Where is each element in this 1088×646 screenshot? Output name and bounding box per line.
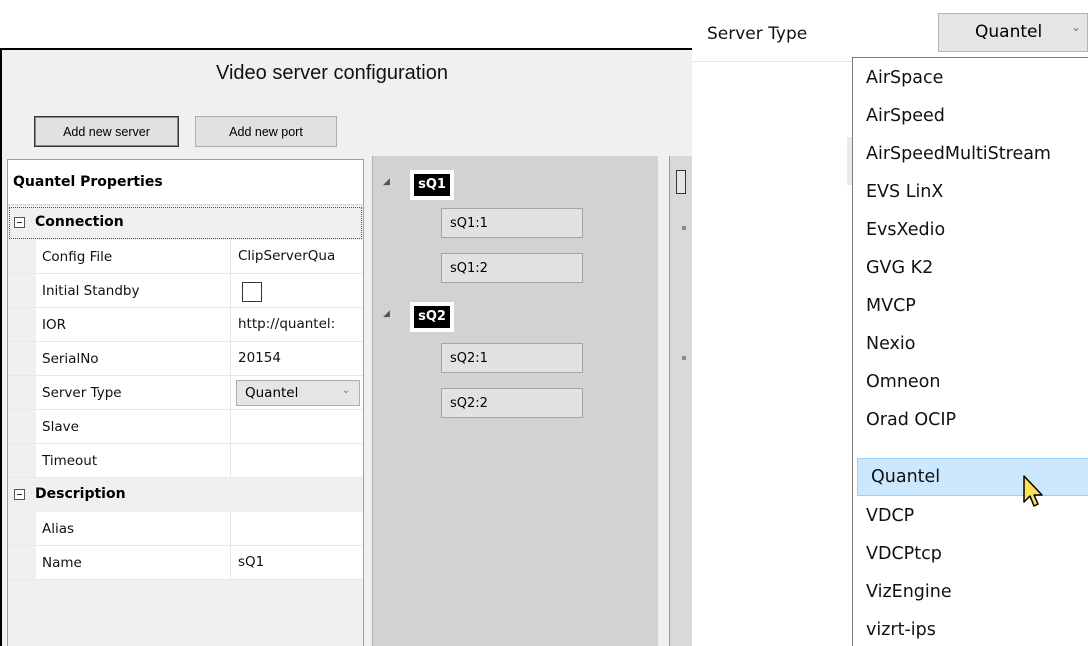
- zoom-left-pane: [692, 62, 852, 646]
- dropdown-option[interactable]: AirSpeed: [853, 98, 1088, 136]
- tree-node-port[interactable]: sQ2:2: [441, 388, 583, 418]
- property-key: SerialNo: [42, 351, 99, 367]
- dropdown-option[interactable]: VDCP: [853, 498, 1088, 536]
- dropdown-option[interactable]: GVG K2: [853, 250, 1088, 288]
- window-title: Video server configuration: [216, 62, 448, 84]
- property-value-serial-no[interactable]: 20154: [230, 342, 363, 375]
- property-row-initial-standby[interactable]: Initial Standby: [8, 274, 363, 308]
- add-new-port-button[interactable]: Add new port: [195, 116, 337, 147]
- property-row-server-type[interactable]: Server Type Quantel ⌄: [8, 376, 363, 410]
- tree-node-port[interactable]: sQ2:1: [441, 343, 583, 373]
- video-server-config-window: Video server configuration Add new serve…: [0, 48, 692, 646]
- side-panel-edge: [669, 156, 692, 646]
- property-key: Alias: [42, 521, 75, 537]
- category-connection[interactable]: Connection: [8, 206, 363, 240]
- dropdown-option[interactable]: vizrt-ips: [853, 612, 1088, 646]
- property-key: Name: [42, 555, 82, 571]
- server-type-dropdown[interactable]: Quantel ⌄: [938, 13, 1088, 52]
- dropdown-option[interactable]: Orad OCIP: [853, 402, 1088, 440]
- dropdown-option[interactable]: VizEngine: [853, 574, 1088, 612]
- dropdown-option[interactable]: EVS LinX: [853, 174, 1088, 212]
- add-new-server-button[interactable]: Add new server: [34, 116, 179, 147]
- property-value-ior[interactable]: http://quantel:: [230, 308, 363, 341]
- property-grid: Quantel Properties Connection Config Fil…: [7, 159, 364, 646]
- property-row-ior[interactable]: IOR http://quantel:: [8, 308, 363, 342]
- dropdown-option[interactable]: Nexio: [853, 326, 1088, 364]
- dropdown-option[interactable]: MVCP: [853, 288, 1088, 326]
- property-key: Initial Standby: [42, 283, 140, 299]
- dropdown-option[interactable]: VDCPtcp: [853, 536, 1088, 574]
- server-type-dropdown-list[interactable]: AirSpace AirSpeed AirSpeedMultiStream EV…: [852, 57, 1088, 646]
- mouse-pointer-icon: [1023, 475, 1043, 507]
- dropdown-option[interactable]: AirSpace: [853, 60, 1088, 98]
- server-type-label: Server Type: [707, 24, 808, 44]
- property-grid-header: Quantel Properties: [8, 160, 363, 205]
- property-value-timeout[interactable]: [230, 444, 363, 477]
- category-title: Description: [35, 486, 126, 502]
- server-type-dropdown-value: Quantel: [975, 22, 1043, 42]
- server-tree: ◢ sQ1 sQ1:1 sQ1:2 ◢ sQ2 sQ2:1 sQ2:2: [372, 156, 658, 646]
- property-row-config-file[interactable]: Config File ClipServerQua: [8, 240, 363, 274]
- property-row-name[interactable]: Name sQ1: [8, 546, 363, 580]
- dropdown-option[interactable]: Omneon: [853, 364, 1088, 402]
- server-type-combo[interactable]: Quantel ⌄: [236, 380, 360, 406]
- category-title: Connection: [35, 214, 124, 230]
- property-value-config-file[interactable]: ClipServerQua: [230, 240, 363, 273]
- tree-node-server[interactable]: sQ2: [410, 302, 454, 332]
- property-row-timeout[interactable]: Timeout: [8, 444, 363, 478]
- chevron-down-icon[interactable]: ⌄: [1071, 20, 1081, 34]
- property-key: Slave: [42, 419, 79, 435]
- expand-triangle-icon[interactable]: ◢: [383, 308, 390, 319]
- initial-standby-checkbox[interactable]: [242, 282, 262, 302]
- property-row-serial-no[interactable]: SerialNo 20154: [8, 342, 363, 376]
- property-key: Timeout: [42, 453, 98, 469]
- panel-stub: [676, 170, 686, 194]
- chevron-down-icon[interactable]: ⌄: [342, 385, 350, 396]
- property-key: Config File: [42, 249, 113, 265]
- tree-node-port[interactable]: sQ1:2: [441, 253, 583, 283]
- property-key: Server Type: [42, 385, 122, 401]
- dropdown-option[interactable]: AirSpeedMultiStream: [853, 136, 1088, 174]
- property-value-slave[interactable]: [230, 410, 363, 443]
- dropdown-option[interactable]: EvsXedio: [853, 212, 1088, 250]
- server-type-row-zoom: Server Type Quantel ⌄: [692, 10, 1088, 62]
- tree-node-label: sQ2: [414, 306, 450, 328]
- property-value-alias[interactable]: [230, 512, 363, 545]
- tree-node-server[interactable]: sQ1: [410, 170, 454, 200]
- expand-triangle-icon[interactable]: ◢: [383, 176, 390, 187]
- tree-node-port[interactable]: sQ1:1: [441, 208, 583, 238]
- property-row-slave[interactable]: Slave: [8, 410, 363, 444]
- property-key: IOR: [42, 317, 66, 333]
- tree-node-label: sQ1: [414, 174, 450, 196]
- dropdown-option-selected[interactable]: Quantel: [857, 458, 1088, 496]
- collapse-box-icon[interactable]: [14, 217, 25, 228]
- property-row-alias[interactable]: Alias: [8, 512, 363, 546]
- property-value-name[interactable]: sQ1: [230, 546, 363, 579]
- category-description[interactable]: Description: [8, 478, 363, 512]
- server-type-combo-value: Quantel: [245, 385, 299, 401]
- collapse-box-icon[interactable]: [14, 489, 25, 500]
